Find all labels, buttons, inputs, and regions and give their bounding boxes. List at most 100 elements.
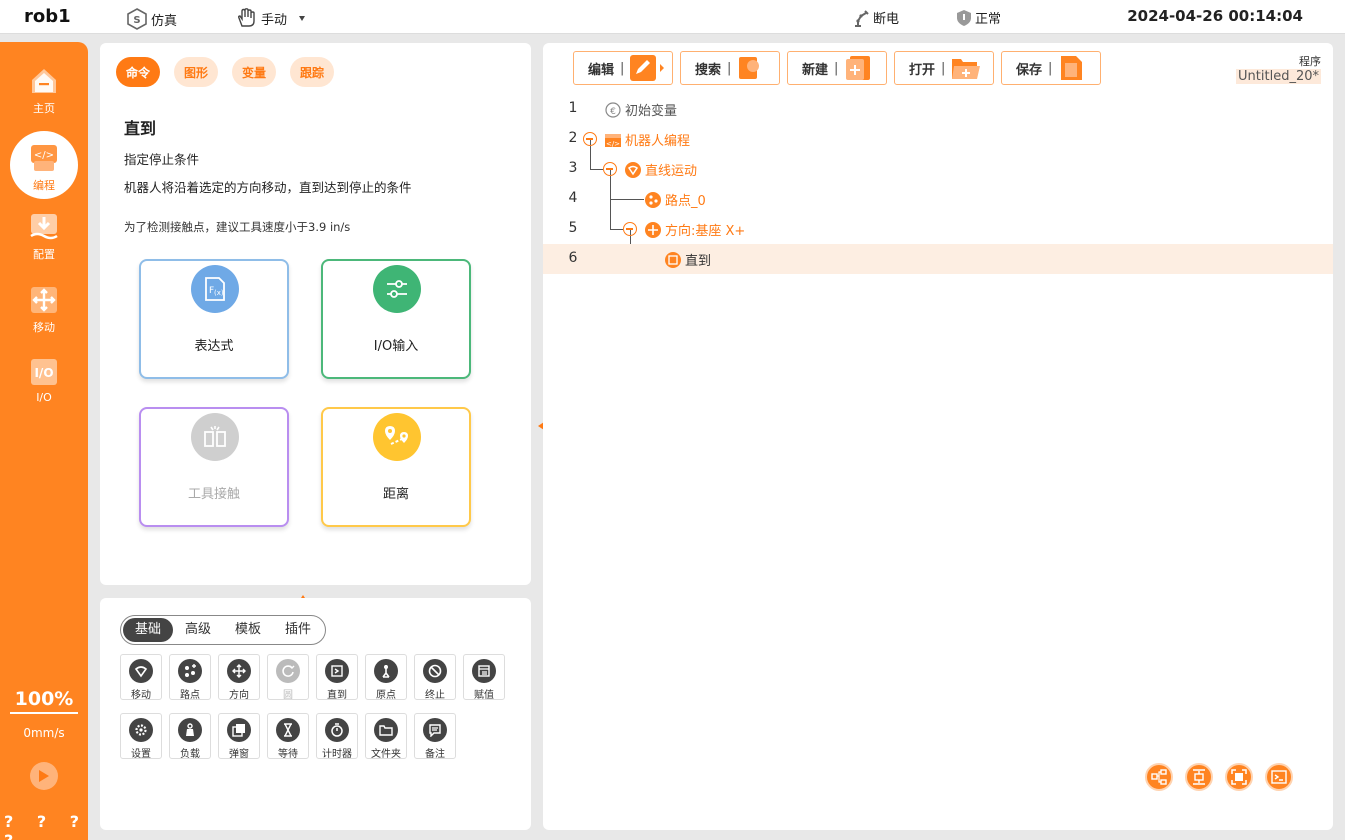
origin-icon — [374, 659, 398, 683]
tool-direction[interactable]: 方向 — [218, 654, 260, 701]
tool-popup[interactable]: 弹窗 — [218, 713, 260, 760]
power-status: 断电 — [852, 8, 899, 27]
collapse-toggle[interactable] — [623, 222, 637, 236]
program-line[interactable]: 1 € 初始变量 — [543, 94, 1333, 124]
expand-all-button[interactable] — [1185, 763, 1213, 791]
waypoint-icon — [178, 659, 202, 683]
io-input-icon — [373, 265, 421, 313]
command-panel: 命令 图形 变量 跟踪 直到 指定停止条件 机器人将沿着选定的方向移动，直到达到… — [100, 43, 531, 585]
card-label: 表达式 — [194, 339, 234, 354]
save-label: 保存 — [1016, 62, 1043, 78]
program-line[interactable]: 5 方向:基座 X+ — [543, 214, 1333, 244]
sidebar-item-label: 主页 — [33, 102, 55, 115]
tab-template[interactable]: 模板 — [223, 618, 273, 642]
new-label: 新建 — [802, 62, 829, 78]
tool-label: 等待 — [278, 749, 298, 760]
sidebar: 主页 </> 编程 配置 移动 I/O I/O 100% 0mm/s ? ? ?… — [0, 42, 88, 840]
folder-icon — [374, 718, 398, 742]
sidebar-item-programming[interactable]: </> 编程 — [10, 131, 78, 199]
speed-percent[interactable]: 100% — [10, 688, 78, 714]
program-line[interactable]: 4 路点_0 — [543, 184, 1333, 214]
svg-text:</>: </> — [34, 150, 54, 161]
tool-timer[interactable]: 计时器 — [316, 713, 358, 760]
direction-icon — [227, 659, 251, 683]
collapse-toggle[interactable] — [603, 162, 617, 176]
tab-graphics[interactable]: 图形 — [174, 57, 219, 87]
datetime: 2024-04-26 00:14:04 — [1127, 7, 1303, 25]
sidebar-item-io[interactable]: I/O I/O — [0, 357, 88, 404]
simulation-icon: S — [127, 8, 147, 30]
line-number: 5 — [568, 220, 578, 236]
command-subtitle: 指定停止条件 — [124, 152, 200, 167]
direction-icon — [645, 221, 661, 238]
open-label: 打开 — [909, 62, 936, 78]
speed-value: 0mm/s — [23, 726, 65, 740]
toolbox-tabs: 基础 高级 模板 插件 — [120, 615, 327, 645]
tool-comment[interactable]: 备注 — [414, 713, 456, 760]
tab-plugin[interactable]: 插件 — [273, 618, 323, 642]
io-icon: I/O — [31, 359, 57, 385]
distance-card[interactable]: 距离 — [321, 407, 471, 527]
sidebar-item-label: I/O — [36, 391, 52, 404]
play-button[interactable] — [30, 762, 58, 790]
save-button[interactable]: 保存 | — [1001, 51, 1101, 85]
sidebar-item-config[interactable]: 配置 — [0, 212, 88, 262]
tool-waypoint[interactable]: 路点 — [169, 654, 211, 701]
search-button[interactable]: 搜索 | — [680, 51, 780, 85]
timer-icon — [325, 718, 349, 742]
tab-advanced[interactable]: 高级 — [173, 618, 223, 642]
tree-structure-button[interactable] — [1145, 763, 1173, 791]
home-icon — [32, 69, 56, 93]
program-label: 程序 — [1299, 55, 1321, 68]
fit-view-button[interactable] — [1225, 763, 1253, 791]
tool-label: 移动 — [131, 690, 151, 701]
status-glyphs: ? ? ? ? — [4, 812, 88, 840]
tool-halt[interactable]: 终止 — [414, 654, 456, 701]
tool-folder[interactable]: 文件夹 — [365, 713, 407, 760]
robot-name[interactable]: rob1 — [24, 6, 71, 27]
expression-card[interactable]: F (x) 表达式 — [139, 259, 289, 379]
open-button[interactable]: 打开 | — [894, 51, 994, 85]
tool-setting[interactable]: 设置 — [120, 713, 162, 760]
new-file-icon — [846, 56, 871, 80]
tool-assign[interactable]: 赋值 — [463, 654, 505, 701]
program-line-selected[interactable]: 6 直到 — [543, 244, 1333, 274]
edit-button[interactable]: 编辑 | — [573, 51, 673, 85]
distance-icon — [373, 413, 421, 461]
tool-payload[interactable]: 负载 — [169, 713, 211, 760]
tab-command[interactable]: 命令 — [116, 57, 161, 87]
tool-home[interactable]: 原点 — [365, 654, 407, 701]
top-bar: rob1 S 仿真 手动 断电 正常 2024-04-26 00:14:04 — [0, 0, 1345, 34]
code-icon: </> — [31, 145, 57, 171]
comment-icon — [423, 718, 447, 742]
simulation-mode[interactable]: S 仿真 — [126, 8, 177, 30]
tool-contact-card[interactable]: 工具接触 — [139, 407, 289, 527]
tree-structure-icon — [1151, 769, 1167, 785]
node-label: 机器人编程 — [625, 134, 691, 149]
assign-icon — [472, 659, 496, 683]
new-button[interactable]: 新建 | — [787, 51, 887, 85]
node-label: 初始变量 — [625, 104, 678, 119]
tab-trace[interactable]: 跟踪 — [290, 57, 335, 87]
terminal-button[interactable] — [1265, 763, 1293, 791]
node-label: 路点_0 — [665, 194, 706, 209]
program-line[interactable]: 2 </> 机器人编程 — [543, 124, 1333, 154]
sidebar-item-move[interactable]: 移动 — [0, 285, 88, 335]
tab-variables[interactable]: 变量 — [232, 57, 277, 87]
collapse-toggle[interactable] — [583, 132, 597, 146]
tool-label: 原点 — [376, 690, 396, 701]
tab-basic[interactable]: 基础 — [123, 618, 174, 642]
safety-status: 正常 — [956, 8, 1001, 27]
io-input-card[interactable]: I/O输入 — [321, 259, 471, 379]
program-line[interactable]: 3 直线运动 — [543, 154, 1333, 184]
gear-icon — [129, 718, 153, 742]
tool-until[interactable]: 直到 — [316, 654, 358, 701]
tool-wait[interactable]: 等待 — [267, 713, 309, 760]
manual-mode-dropdown[interactable]: 手动 — [236, 8, 314, 28]
tool-circle[interactable]: 圆 — [267, 654, 309, 701]
sidebar-item-home[interactable]: 主页 — [0, 66, 88, 116]
tool-label: 备注 — [425, 749, 445, 760]
tool-move[interactable]: 移动 — [120, 654, 162, 701]
program-name[interactable]: Untitled_20* — [1236, 69, 1321, 84]
node-label: 方向:基座 X+ — [665, 224, 746, 239]
